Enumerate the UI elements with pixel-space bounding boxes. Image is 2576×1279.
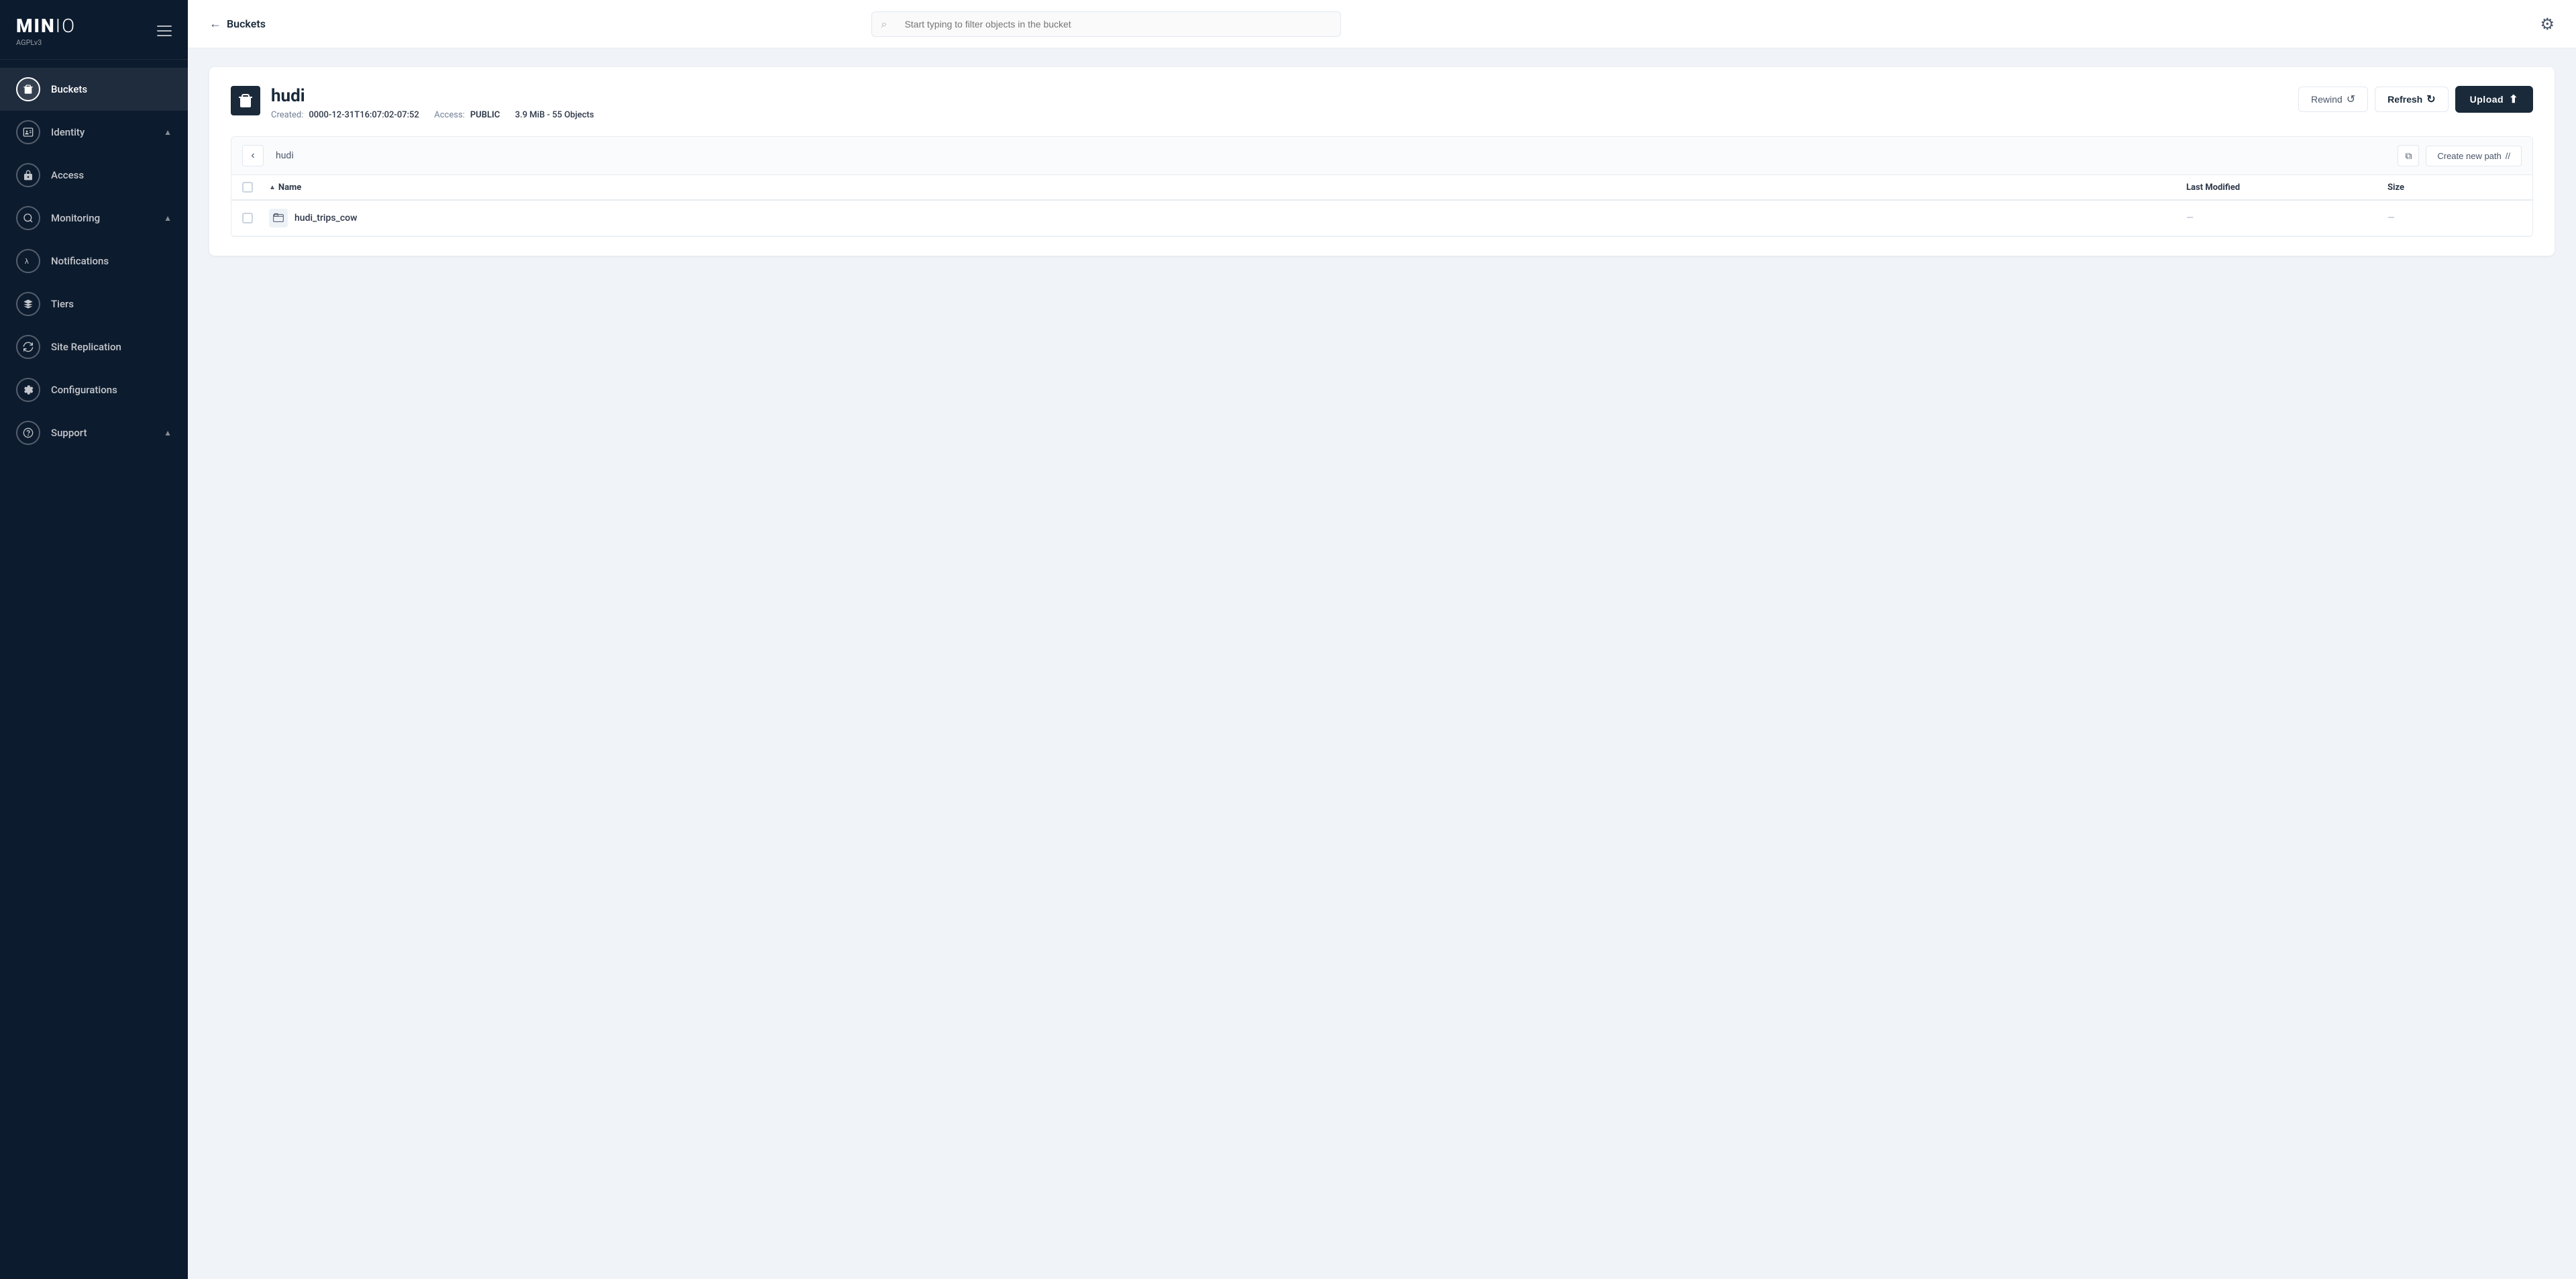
- menu-toggle[interactable]: [157, 25, 172, 36]
- col-name-header[interactable]: ▲ Name: [269, 182, 2186, 193]
- row-checkbox[interactable]: [242, 213, 253, 223]
- identity-icon: [16, 120, 40, 144]
- rewind-label: Rewind: [2311, 94, 2343, 105]
- identity-chevron: ▲: [164, 127, 172, 137]
- logo-version: AGPLv3: [16, 38, 76, 47]
- path-bar: ‹ hudi ⧉ Create new path //: [231, 137, 2532, 175]
- col-size-header[interactable]: Size: [2387, 182, 2522, 193]
- sidebar-item-buckets[interactable]: Buckets: [0, 68, 188, 111]
- bucket-header: hudi Created: 0000-12-31T16:07:02-07:52 …: [231, 86, 2533, 120]
- support-icon: [16, 421, 40, 445]
- sidebar-identity-label: Identity: [51, 126, 85, 138]
- sidebar-configurations-label: Configurations: [51, 384, 117, 396]
- access-label: Access:: [434, 110, 465, 120]
- refresh-label: Refresh: [2387, 94, 2422, 105]
- sidebar-item-tiers[interactable]: Tiers: [0, 283, 188, 325]
- created-value: 0000-12-31T16:07:02-07:52: [309, 110, 419, 120]
- bucket-meta: Created: 0000-12-31T16:07:02-07:52 Acces…: [271, 110, 2298, 120]
- path-back-button[interactable]: ‹: [242, 145, 264, 166]
- back-label: Buckets: [227, 17, 266, 30]
- main-content: hudi Created: 0000-12-31T16:07:02-07:52 …: [188, 48, 2576, 1279]
- sidebar-support-label: Support: [51, 427, 87, 439]
- topbar: ← Buckets ⌕ ⚙: [188, 0, 2576, 48]
- sidebar-item-access[interactable]: Access: [0, 154, 188, 197]
- col-last-modified-header[interactable]: Last Modified: [2186, 182, 2387, 193]
- create-new-path-button[interactable]: Create new path //: [2426, 146, 2522, 166]
- sidebar-tiers-label: Tiers: [51, 298, 74, 310]
- support-chevron: ▲: [164, 428, 172, 438]
- sidebar: MINIO AGPLv3 Buckets Identity ▲: [0, 0, 188, 1279]
- table-header: ▲ Name Last Modified Size: [231, 175, 2532, 201]
- sidebar-item-notifications[interactable]: λ Notifications: [0, 240, 188, 283]
- sidebar-logo: MINIO AGPLv3: [0, 0, 188, 60]
- last-modified-cell: —: [2186, 213, 2387, 223]
- logo-area: MINIO AGPLv3: [16, 15, 76, 47]
- refresh-icon: ↻: [2426, 93, 2435, 106]
- row-checkbox-cell: [242, 213, 269, 223]
- copy-icon: ⧉: [2405, 150, 2412, 162]
- size-cell: —: [2387, 213, 2522, 223]
- bucket-icon: [231, 86, 260, 115]
- monitoring-icon: [16, 206, 40, 230]
- sidebar-item-identity[interactable]: Identity ▲: [0, 111, 188, 154]
- bucket-name: hudi: [271, 86, 2298, 106]
- sidebar-item-support[interactable]: Support ▲: [0, 411, 188, 454]
- sidebar-item-site-replication[interactable]: Site Replication: [0, 325, 188, 368]
- path-back-arrow-icon: ‹: [251, 150, 254, 162]
- table-row[interactable]: hudi_trips_cow — —: [231, 201, 2532, 236]
- meta-sep-2: [505, 110, 509, 120]
- search-icon: ⌕: [881, 17, 887, 31]
- sidebar-item-configurations[interactable]: Configurations: [0, 368, 188, 411]
- upload-label: Upload: [2470, 94, 2504, 105]
- notifications-icon: λ: [16, 249, 40, 273]
- sidebar-access-label: Access: [51, 169, 84, 181]
- sidebar-notifications-label: Notifications: [51, 255, 109, 267]
- bucket-card: hudi Created: 0000-12-31T16:07:02-07:52 …: [209, 67, 2555, 256]
- select-all-cell: [242, 182, 269, 193]
- create-path-icon: //: [2506, 151, 2510, 161]
- main-wrapper: ← Buckets ⌕ ⚙ hudi Created: 0000-12-31T1…: [188, 0, 2576, 1279]
- rewind-button[interactable]: Rewind ↺: [2298, 87, 2368, 112]
- sidebar-site-replication-label: Site Replication: [51, 341, 121, 353]
- upload-icon: ⬆: [2509, 93, 2518, 106]
- sidebar-nav: Buckets Identity ▲ Access Monitoring ▲: [0, 60, 188, 1279]
- refresh-button[interactable]: Refresh ↻: [2375, 87, 2449, 112]
- upload-button[interactable]: Upload ⬆: [2455, 86, 2533, 113]
- search-bar: ⌕: [871, 11, 1341, 37]
- sidebar-buckets-label: Buckets: [51, 83, 87, 95]
- file-browser: ‹ hudi ⧉ Create new path //: [231, 136, 2533, 237]
- copy-path-button[interactable]: ⧉: [2398, 145, 2419, 166]
- access-icon: [16, 163, 40, 187]
- sort-arrow-icon: ▲: [269, 184, 276, 191]
- buckets-icon: [16, 77, 40, 101]
- sidebar-monitoring-label: Monitoring: [51, 212, 100, 224]
- tiers-icon: [16, 292, 40, 316]
- select-all-checkbox[interactable]: [242, 182, 253, 193]
- search-input[interactable]: [871, 11, 1341, 37]
- svg-text:λ: λ: [25, 257, 30, 266]
- configurations-icon: [16, 378, 40, 402]
- monitoring-chevron: ▲: [164, 213, 172, 223]
- file-name: hudi_trips_cow: [294, 213, 357, 223]
- bucket-info: hudi Created: 0000-12-31T16:07:02-07:52 …: [271, 86, 2298, 120]
- back-arrow-icon: ←: [209, 17, 221, 31]
- back-to-buckets[interactable]: ← Buckets: [209, 17, 266, 31]
- create-path-label: Create new path: [2437, 151, 2501, 161]
- meta-sep-1: [425, 110, 429, 120]
- bucket-actions: Rewind ↺ Refresh ↻ Upload ⬆: [2298, 86, 2533, 113]
- sidebar-item-monitoring[interactable]: Monitoring ▲: [0, 197, 188, 240]
- storage-info: 3.9 MiB - 55 Objects: [515, 110, 594, 120]
- created-label: Created:: [271, 110, 303, 120]
- site-replication-icon: [16, 335, 40, 359]
- rewind-icon: ↺: [2347, 93, 2355, 106]
- access-value: PUBLIC: [470, 110, 500, 120]
- settings-gear-icon[interactable]: ⚙: [2540, 15, 2555, 34]
- folder-icon: [269, 209, 288, 227]
- file-name-cell: hudi_trips_cow: [269, 209, 2186, 227]
- logo-text: MINIO: [16, 15, 76, 37]
- current-path: hudi: [270, 150, 2391, 161]
